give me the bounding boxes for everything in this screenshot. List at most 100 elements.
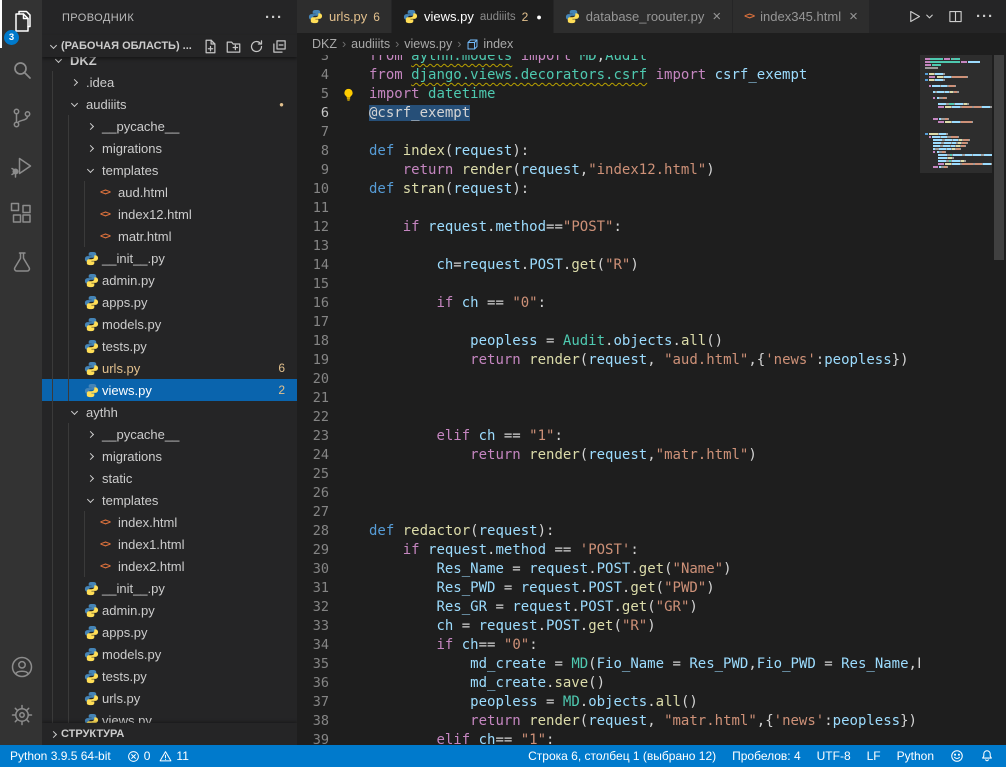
tree-item-audiiits[interactable]: audiiits● bbox=[42, 93, 297, 115]
activity-item-settings[interactable] bbox=[0, 693, 42, 741]
tree-item-views.py[interactable]: views.py bbox=[42, 709, 297, 723]
tree-item-aythh[interactable]: aythh bbox=[42, 401, 297, 423]
editor-scrollbar[interactable] bbox=[992, 55, 1006, 745]
breadcrumb-item-audiiits[interactable]: audiiits bbox=[351, 37, 390, 51]
tree-item-__init__.py[interactable]: __init__.py bbox=[42, 577, 297, 599]
tree-item-models.py[interactable]: models.py bbox=[42, 313, 297, 335]
tab-index345.html[interactable]: <>index345.html× bbox=[733, 0, 870, 33]
code-line-9[interactable]: 9 return render(request,"index12.html") bbox=[297, 161, 1006, 180]
tree-item-__pycache__[interactable]: __pycache__ bbox=[42, 423, 297, 445]
code-line-8[interactable]: 8def index(request): bbox=[297, 142, 1006, 161]
collapse-all-icon[interactable] bbox=[272, 39, 287, 54]
scrollbar-thumb[interactable] bbox=[994, 55, 1004, 260]
activity-item-search[interactable] bbox=[0, 48, 42, 96]
tab-urls.py[interactable]: urls.py6 bbox=[297, 0, 392, 33]
code-line-4[interactable]: 4from django.views.decorators.csrf impor… bbox=[297, 66, 1006, 85]
code-line-31[interactable]: 31 Res_PWD = request.POST.get("PWD") bbox=[297, 579, 1006, 598]
tree-item-__init__.py[interactable]: __init__.py bbox=[42, 247, 297, 269]
tree-item-migrations[interactable]: migrations bbox=[42, 137, 297, 159]
activity-item-account[interactable] bbox=[0, 645, 42, 693]
code-line-5[interactable]: 5import datetime bbox=[297, 85, 1006, 104]
code-line-27[interactable]: 27 bbox=[297, 503, 1006, 522]
code-line-24[interactable]: 24 return render(request,"matr.html") bbox=[297, 446, 1006, 465]
code-line-11[interactable]: 11 bbox=[297, 199, 1006, 218]
activity-item-extensions[interactable] bbox=[0, 192, 42, 240]
tree-item-tests.py[interactable]: tests.py bbox=[42, 665, 297, 687]
new-folder-icon[interactable] bbox=[226, 39, 241, 54]
tree-item-__pycache__[interactable]: __pycache__ bbox=[42, 115, 297, 137]
explorer-more-actions-icon[interactable]: ··· bbox=[265, 9, 283, 26]
code-line-29[interactable]: 29 if request.method == 'POST': bbox=[297, 541, 1006, 560]
code-line-34[interactable]: 34 if ch== "0": bbox=[297, 636, 1006, 655]
code-line-18[interactable]: 18 peopless = Audit.objects.all() bbox=[297, 332, 1006, 351]
status-feedback[interactable] bbox=[942, 745, 972, 767]
minimap[interactable] bbox=[920, 55, 992, 745]
tree-item-index2.html[interactable]: <>index2.html bbox=[42, 555, 297, 577]
tree-item-apps.py[interactable]: apps.py bbox=[42, 621, 297, 643]
tree-item-matr.html[interactable]: <>matr.html bbox=[42, 225, 297, 247]
code-line-13[interactable]: 13 bbox=[297, 237, 1006, 256]
activity-item-run-debug[interactable] bbox=[0, 144, 42, 192]
code-line-35[interactable]: 35 md_create = MD(Fio_Name = Res_PWD,Fio… bbox=[297, 655, 1006, 674]
tree-item-static[interactable]: static bbox=[42, 467, 297, 489]
tree-item-templates[interactable]: templates bbox=[42, 489, 297, 511]
code-line-37[interactable]: 37 peopless = MD.objects.all() bbox=[297, 693, 1006, 712]
status-encoding[interactable]: UTF-8 bbox=[809, 745, 859, 767]
tab-views.py[interactable]: views.pyaudiiits2● bbox=[392, 0, 554, 33]
close-icon[interactable]: × bbox=[849, 9, 858, 24]
more-actions-icon[interactable]: ··· bbox=[976, 8, 994, 25]
run-python-file-button[interactable] bbox=[907, 9, 935, 24]
tree-item-admin.py[interactable]: admin.py bbox=[42, 269, 297, 291]
status-cursor-position[interactable]: Строка 6, столбец 1 (выбрано 12) bbox=[518, 745, 724, 767]
tree-item-DKZ[interactable]: DKZ bbox=[42, 57, 297, 71]
code-line-6[interactable]: 6@csrf_exempt bbox=[297, 104, 1006, 123]
code-line-30[interactable]: 30 Res_Name = request.POST.get("Name") bbox=[297, 560, 1006, 579]
activity-item-explorer[interactable]: 3 bbox=[0, 0, 42, 48]
status-eol[interactable]: LF bbox=[859, 745, 889, 767]
status-problems[interactable]: 011 bbox=[119, 745, 197, 767]
tree-item-urls.py[interactable]: urls.py6 bbox=[42, 357, 297, 379]
activity-item-source-control[interactable] bbox=[0, 96, 42, 144]
code-line-23[interactable]: 23 elif ch == "1": bbox=[297, 427, 1006, 446]
workspace-section-header[interactable]: (РАБОЧАЯ ОБЛАСТЬ) ... bbox=[42, 35, 297, 57]
tree-item-.idea[interactable]: .idea bbox=[42, 71, 297, 93]
breadcrumb-item-index[interactable]: index bbox=[466, 37, 513, 51]
breadcrumb-item-views.py[interactable]: views.py bbox=[404, 37, 452, 51]
code-editor[interactable]: 3from aythh.models import MD,Audit4from … bbox=[297, 55, 1006, 745]
code-line-10[interactable]: 10def stran(request): bbox=[297, 180, 1006, 199]
code-line-26[interactable]: 26 bbox=[297, 484, 1006, 503]
code-line-33[interactable]: 33 ch = request.POST.get("R") bbox=[297, 617, 1006, 636]
code-line-15[interactable]: 15 bbox=[297, 275, 1006, 294]
tree-item-tests.py[interactable]: tests.py bbox=[42, 335, 297, 357]
code-line-12[interactable]: 12 if request.method=="POST": bbox=[297, 218, 1006, 237]
tree-item-index12.html[interactable]: <>index12.html bbox=[42, 203, 297, 225]
code-line-22[interactable]: 22 bbox=[297, 408, 1006, 427]
tree-item-apps.py[interactable]: apps.py bbox=[42, 291, 297, 313]
tree-item-templates[interactable]: templates bbox=[42, 159, 297, 181]
split-editor-icon[interactable] bbox=[948, 9, 963, 24]
code-lines[interactable]: 3from aythh.models import MD,Audit4from … bbox=[297, 55, 1006, 745]
code-line-16[interactable]: 16 if ch == "0": bbox=[297, 294, 1006, 313]
code-line-7[interactable]: 7 bbox=[297, 123, 1006, 142]
new-file-icon[interactable] bbox=[203, 39, 218, 54]
tree-item-admin.py[interactable]: admin.py bbox=[42, 599, 297, 621]
code-line-36[interactable]: 36 md_create.save() bbox=[297, 674, 1006, 693]
tree-item-models.py[interactable]: models.py bbox=[42, 643, 297, 665]
tab-database_roouter.py[interactable]: database_roouter.py× bbox=[554, 0, 733, 33]
code-line-32[interactable]: 32 Res_GR = request.POST.get("GR") bbox=[297, 598, 1006, 617]
close-icon[interactable]: × bbox=[712, 9, 721, 24]
code-line-25[interactable]: 25 bbox=[297, 465, 1006, 484]
status-python-interpreter[interactable]: Python 3.9.5 64-bit bbox=[0, 745, 119, 767]
tree-item-migrations[interactable]: migrations bbox=[42, 445, 297, 467]
tree-item-index1.html[interactable]: <>index1.html bbox=[42, 533, 297, 555]
refresh-icon[interactable] bbox=[249, 39, 264, 54]
code-line-39[interactable]: 39 elif ch== "1": bbox=[297, 731, 1006, 745]
code-line-14[interactable]: 14 ch=request.POST.get("R") bbox=[297, 256, 1006, 275]
code-line-3[interactable]: 3from aythh.models import MD,Audit bbox=[297, 55, 1006, 66]
breadcrumb-item-DKZ[interactable]: DKZ bbox=[312, 37, 337, 51]
code-line-19[interactable]: 19 return render(request, "aud.html",{'n… bbox=[297, 351, 1006, 370]
outline-section-header[interactable]: СТРУКТУРА bbox=[42, 723, 297, 745]
tree-item-urls.py[interactable]: urls.py bbox=[42, 687, 297, 709]
code-line-28[interactable]: 28def redactor(request): bbox=[297, 522, 1006, 541]
tree-item-aud.html[interactable]: <>aud.html bbox=[42, 181, 297, 203]
